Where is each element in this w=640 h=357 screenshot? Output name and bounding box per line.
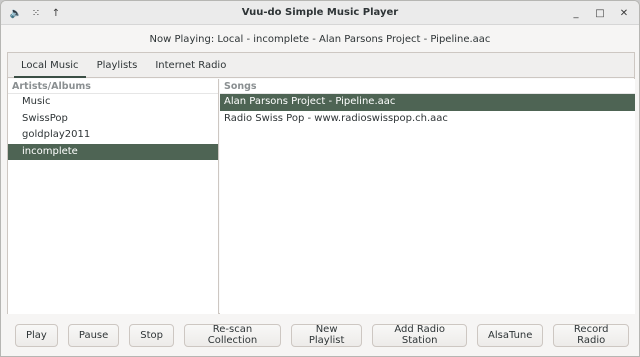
maximize-icon[interactable]: □ — [593, 5, 607, 21]
play-button[interactable]: Play — [15, 323, 58, 347]
tab-playlists[interactable]: Playlists — [90, 53, 145, 78]
titlebar-left-controls: 🔈 ⁙ ↑ — [9, 5, 63, 21]
artist-item-incomplete[interactable]: incomplete — [8, 143, 218, 160]
control-button-bar: Play Pause Stop Re-scan Collection New P… — [1, 319, 639, 351]
songs-header[interactable]: Songs — [220, 79, 635, 94]
tab-internet-radio[interactable]: Internet Radio — [148, 53, 233, 78]
app-window: 🔈 ⁙ ↑ Vuu-do Simple Music Player _ □ ✕ N… — [0, 0, 640, 357]
pause-button[interactable]: Pause — [67, 323, 120, 347]
artist-item-swisspop[interactable]: SwissPop — [8, 111, 218, 128]
tab-local-music[interactable]: Local Music — [14, 53, 86, 78]
alsatune-button[interactable]: AlsaTune — [477, 323, 544, 347]
now-playing-label: Now Playing: Local - incomplete - Alan P… — [149, 33, 491, 45]
record-radio-button[interactable]: Record Radio — [553, 323, 630, 347]
song-item[interactable]: Radio Swiss Pop - www.radioswisspop.ch.a… — [220, 111, 635, 128]
stop-button[interactable]: Stop — [129, 323, 175, 347]
song-item[interactable]: Alan Parsons Project - Pipeline.aac — [220, 94, 635, 111]
songs-list[interactable]: Songs Alan Parsons Project - Pipeline.aa… — [220, 79, 635, 314]
artists-albums-list[interactable]: Artists/Albums Music SwissPop goldplay20… — [8, 79, 219, 314]
arrow-up-icon[interactable]: ↑ — [49, 5, 63, 21]
rescan-collection-button[interactable]: Re-scan Collection — [184, 323, 281, 347]
window-title: Vuu-do Simple Music Player — [241, 7, 399, 18]
grip-icon[interactable]: ⁙ — [29, 5, 43, 21]
window-controls: _ □ ✕ — [569, 5, 631, 21]
artists-albums-header[interactable]: Artists/Albums — [8, 79, 218, 94]
artist-item-goldplay2011[interactable]: goldplay2011 — [8, 127, 218, 144]
add-radio-station-button[interactable]: Add Radio Station — [372, 323, 468, 347]
titlebar[interactable]: 🔈 ⁙ ↑ Vuu-do Simple Music Player _ □ ✕ — [1, 1, 639, 25]
close-icon[interactable]: ✕ — [617, 5, 631, 21]
minimize-icon[interactable]: _ — [569, 5, 583, 21]
library-notebook: Local Music Playlists Internet Radio Art… — [7, 52, 635, 314]
new-playlist-button[interactable]: New Playlist — [290, 323, 363, 347]
artist-item-music[interactable]: Music — [8, 94, 218, 111]
tab-bar: Local Music Playlists Internet Radio — [8, 53, 634, 78]
speaker-icon[interactable]: 🔈 — [9, 5, 23, 21]
